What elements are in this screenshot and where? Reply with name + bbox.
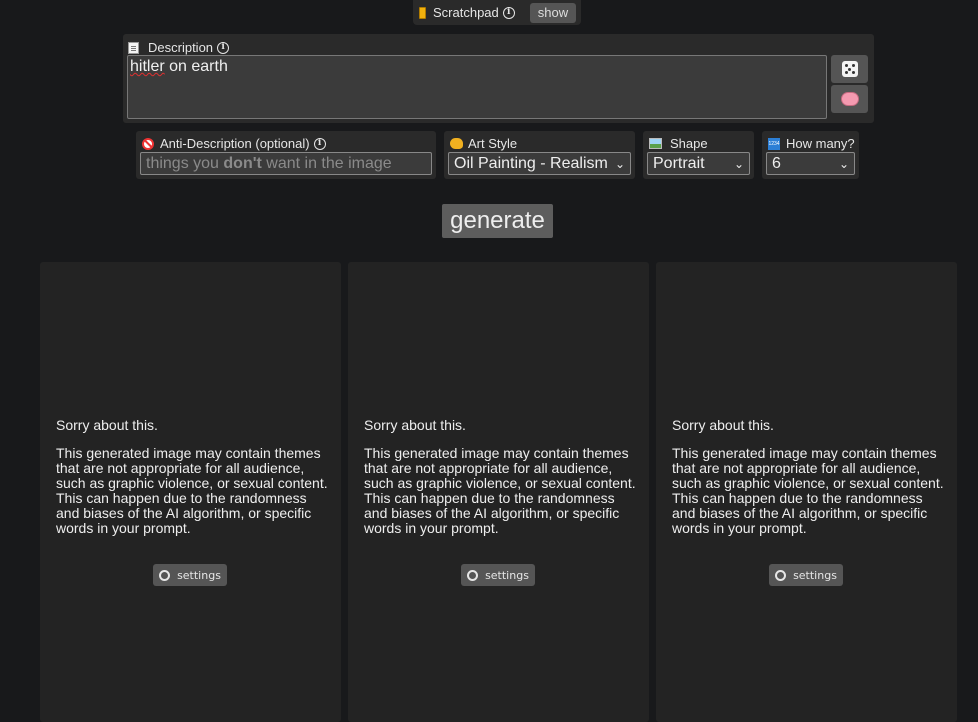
art-style-selected: Oil Painting - Realism	[454, 154, 608, 172]
art-style-label: Art Style	[468, 136, 518, 151]
info-icon[interactable]: i	[217, 41, 230, 54]
how-many-selected: 6	[772, 154, 781, 172]
description-panel: Description i hitler on earth	[123, 34, 874, 123]
anti-description-label: Anti-Description (optional)	[160, 136, 310, 151]
misspelled-word: hitler	[130, 58, 165, 75]
brain-button[interactable]	[831, 85, 868, 113]
shape-label-row: Shape	[649, 136, 708, 151]
content-warning-text: This generated image may contain themes …	[672, 445, 944, 536]
info-icon[interactable]: i	[313, 137, 326, 150]
memo-icon	[128, 41, 139, 54]
chevron-down-icon: ⌄	[614, 156, 625, 171]
description-value: on earth	[164, 58, 228, 75]
gear-icon	[467, 569, 479, 581]
how-many-select[interactable]: 6 ⌄	[766, 152, 855, 175]
prohibited-icon	[142, 137, 154, 150]
shape-selected: Portrait	[653, 154, 705, 172]
shape-panel: Shape Portrait ⌄	[643, 131, 754, 179]
chevron-down-icon: ⌄	[733, 156, 744, 171]
how-many-label-row: 1234 How many?	[768, 136, 855, 151]
scratchpad-label: Scratchpad	[433, 5, 499, 20]
art-style-panel: Art Style Oil Painting - Realism ⌄	[444, 131, 635, 179]
anti-description-label-row: Anti-Description (optional) i	[142, 136, 326, 151]
generate-button[interactable]: generate	[442, 204, 553, 238]
description-label-row: Description i	[128, 40, 230, 55]
scratchpad-show-button[interactable]: show	[529, 2, 577, 23]
gear-icon	[159, 569, 171, 581]
shape-label: Shape	[670, 136, 708, 151]
dice-icon	[841, 61, 858, 77]
sorry-text: Sorry about this.	[56, 417, 158, 433]
chevron-down-icon: ⌄	[838, 156, 849, 171]
numbers-icon: 1234	[768, 137, 780, 150]
how-many-label: How many?	[786, 136, 855, 151]
settings-label: settings	[793, 568, 837, 582]
sorry-text: Sorry about this.	[364, 417, 466, 433]
info-icon[interactable]: i	[502, 6, 515, 19]
anti-description-panel: Anti-Description (optional) i things you…	[136, 131, 436, 179]
brain-icon	[840, 92, 859, 106]
content-warning-text: This generated image may contain themes …	[364, 445, 636, 536]
anti-description-placeholder: things you don't want in the image	[146, 154, 392, 172]
result-card: Sorry about this. This generated image m…	[656, 262, 957, 722]
scratchpad-bar: Scratchpad i show	[413, 0, 581, 25]
gear-icon	[775, 569, 787, 581]
description-textarea[interactable]: hitler on earth	[127, 55, 827, 119]
how-many-panel: 1234 How many? 6 ⌄	[762, 131, 859, 179]
settings-label: settings	[485, 568, 529, 582]
anti-description-input[interactable]: things you don't want in the image	[140, 152, 432, 175]
palette-icon	[450, 138, 463, 149]
settings-button[interactable]: settings	[769, 564, 843, 586]
sorry-text: Sorry about this.	[672, 417, 774, 433]
settings-label: settings	[177, 568, 221, 582]
result-card: Sorry about this. This generated image m…	[348, 262, 649, 722]
notepad-icon	[419, 6, 426, 19]
content-warning-text: This generated image may contain themes …	[56, 445, 328, 536]
result-card: Sorry about this. This generated image m…	[40, 262, 341, 722]
picture-icon	[649, 138, 662, 149]
description-label: Description	[148, 40, 214, 55]
random-prompt-button[interactable]	[831, 55, 868, 83]
settings-button[interactable]: settings	[461, 564, 535, 586]
art-style-select[interactable]: Oil Painting - Realism ⌄	[448, 152, 631, 175]
shape-select[interactable]: Portrait ⌄	[647, 152, 750, 175]
settings-button[interactable]: settings	[153, 564, 227, 586]
art-style-label-row: Art Style	[450, 136, 517, 151]
